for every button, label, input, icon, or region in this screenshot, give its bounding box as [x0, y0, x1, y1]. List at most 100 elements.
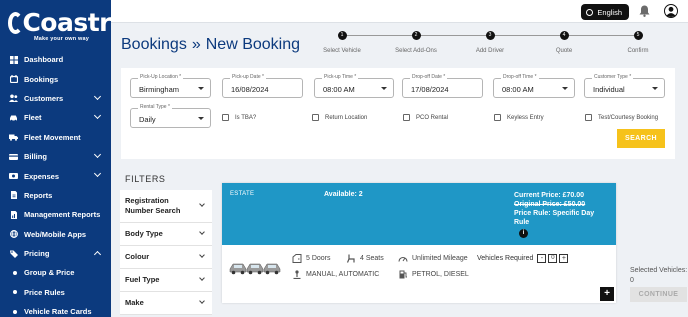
step-select-add-ons: 2 Select Add-Ons [386, 31, 446, 54]
caret-down-icon [381, 87, 387, 90]
return-location-checkbox[interactable]: Return Location [312, 114, 367, 121]
field-value: Daily [139, 115, 156, 124]
sidebar-item-web-mobile-apps[interactable]: Web/Mobile Apps [0, 225, 111, 244]
info-icon[interactable]: i [519, 229, 528, 238]
sidebar-item-fleet-movement[interactable]: Fleet Movement [0, 128, 111, 147]
sidebar-item-reports[interactable]: Reports [0, 186, 111, 205]
seats-value: 4 Seats [360, 255, 384, 262]
logo-wordmark: Coastr [8, 8, 111, 37]
pickup-time-select[interactable]: Pick-up Time * 08:00 AM [314, 74, 394, 98]
top-bar: English [111, 0, 688, 23]
increment-button[interactable]: + [559, 254, 569, 263]
sidebar-item-label: Dashboard [24, 55, 64, 65]
chevron-down-icon [199, 252, 205, 258]
filters-panel: Registration Number Search Body Type Col… [120, 190, 212, 315]
sidebar-subitem-vehicle-rate-cards[interactable]: Vehicle Rate Cards [0, 302, 111, 317]
filter-label: Colour [125, 252, 150, 261]
sidebar-item-fleet[interactable]: Fleet [0, 108, 111, 127]
seats-feature: 4 Seats [346, 254, 384, 263]
language-icon [586, 8, 594, 16]
continue-button[interactable]: CONTINUE [630, 287, 687, 302]
chevron-down-icon [199, 229, 205, 235]
bell-icon[interactable] [639, 5, 650, 17]
field-value: Individual [593, 85, 625, 94]
sidebar-item-management-reports[interactable]: Management Reports [0, 205, 111, 224]
checkbox-box[interactable] [494, 114, 501, 121]
sidebar-subitem-price-rules[interactable]: Price Rules [0, 283, 111, 302]
filter-make[interactable]: Make [120, 292, 212, 315]
chevron-up-icon [93, 250, 102, 258]
filter-label: Fuel Type [125, 275, 160, 284]
bullet-icon [13, 290, 17, 295]
pickup-location-select[interactable]: Pick-Up Location * Birmingham [130, 74, 211, 98]
chevron-down-icon [93, 170, 102, 178]
speedometer-icon [398, 254, 408, 263]
sidebar-item-label: Management Reports [24, 210, 101, 220]
car-door-icon [292, 254, 302, 263]
booking-stepper: 1 Select Vehicle 2 Select Add-Ons 3 Add … [314, 31, 664, 61]
language-selector[interactable]: English [581, 4, 629, 20]
brand-name: Coastr [22, 8, 111, 37]
is-tba-checkbox[interactable]: Is TBA? [222, 114, 256, 121]
field-label: Customer Type * [592, 74, 634, 80]
add-vehicle-button[interactable]: + [600, 287, 614, 301]
expenses-icon [9, 172, 18, 180]
checkbox-box[interactable] [585, 114, 592, 121]
bookings-icon [9, 75, 18, 84]
sidebar-item-label: Billing [24, 152, 47, 162]
sidebar-item-label: Fleet Movement [24, 132, 81, 142]
decrement-button[interactable]: - [537, 254, 547, 263]
pco-rental-checkbox[interactable]: PCO Rental [403, 114, 448, 121]
gear-shift-icon [292, 270, 302, 279]
sidebar-item-label: Customers [24, 93, 64, 103]
sidebar-nav: Dashboard Bookings Customers Fleet Fleet… [0, 50, 111, 317]
filter-registration-number[interactable]: Registration Number Search [120, 190, 212, 223]
booking-search-form: Pick-Up Location * Birmingham Pick-up Da… [121, 68, 675, 159]
sidebar-item-expenses[interactable]: Expenses [0, 166, 111, 185]
breadcrumb-new-booking: New Booking [205, 36, 301, 53]
chevron-down-icon [93, 150, 102, 158]
sidebar-item-billing[interactable]: Billing [0, 147, 111, 166]
filter-fuel-type[interactable]: Fuel Type [120, 269, 212, 292]
dropoff-date-input[interactable]: Drop-off Date * 17/08/2024 [402, 74, 483, 98]
keyless-entry-checkbox[interactable]: Keyless Entry [494, 114, 544, 121]
management-reports-icon [9, 210, 18, 219]
checkbox-box[interactable] [222, 114, 229, 121]
caret-down-icon [198, 87, 204, 90]
chevron-down-icon [199, 275, 205, 281]
seat-icon [346, 254, 356, 263]
checkbox-box[interactable] [403, 114, 410, 121]
sidebar-item-label: Web/Mobile Apps [24, 229, 87, 239]
customer-type-select[interactable]: Customer Type * Individual [584, 74, 665, 98]
checkbox-box[interactable] [312, 114, 319, 121]
selected-vehicles-count: 0 [630, 277, 634, 284]
user-avatar-icon[interactable] [664, 4, 678, 18]
test-courtesy-booking-checkbox[interactable]: Test/Courtesy Booking [585, 114, 658, 121]
sidebar-item-dashboard[interactable]: Dashboard [0, 50, 111, 69]
rental-type-select[interactable]: Rental Type * Daily [130, 104, 211, 128]
bullet-icon [13, 309, 17, 314]
checkbox-label: Return Location [325, 114, 368, 121]
sidebar-item-customers[interactable]: Customers [0, 89, 111, 108]
search-button[interactable]: SEARCH [617, 129, 665, 148]
field-label: Rental Type * [138, 104, 172, 110]
vehicle-class: ESTATE [230, 191, 255, 197]
sidebar-subitem-group-price[interactable]: Group & Price [0, 263, 111, 282]
pickup-date-input[interactable]: Pick-up Date * 16/08/2024 [222, 74, 303, 98]
sidebar-subitem-label: Group & Price [24, 268, 75, 278]
vehicles-required-value[interactable]: 0 [548, 254, 558, 263]
dropoff-time-select[interactable]: Drop-off Time * 08:00 AM [493, 74, 575, 98]
sidebar-subitem-label: Vehicle Rate Cards [24, 307, 92, 317]
fleet-movement-icon [9, 133, 18, 142]
globe-icon [9, 230, 18, 239]
filter-colour[interactable]: Colour [120, 246, 212, 269]
brand-logo[interactable]: Coastr Make your own way [0, 0, 111, 50]
sidebar-subitem-label: Price Rules [24, 287, 65, 297]
breadcrumb-bookings[interactable]: Bookings [121, 36, 187, 54]
vehicle-pricing: Current Price: £70.00 Original Price: £5… [514, 191, 604, 227]
original-price: Original Price: £50.00 [514, 201, 586, 208]
filter-body-type[interactable]: Body Type [120, 223, 212, 246]
sidebar-item-pricing[interactable]: Pricing [0, 244, 111, 263]
chevron-down-icon [93, 92, 102, 100]
sidebar-item-bookings[interactable]: Bookings [0, 69, 111, 88]
